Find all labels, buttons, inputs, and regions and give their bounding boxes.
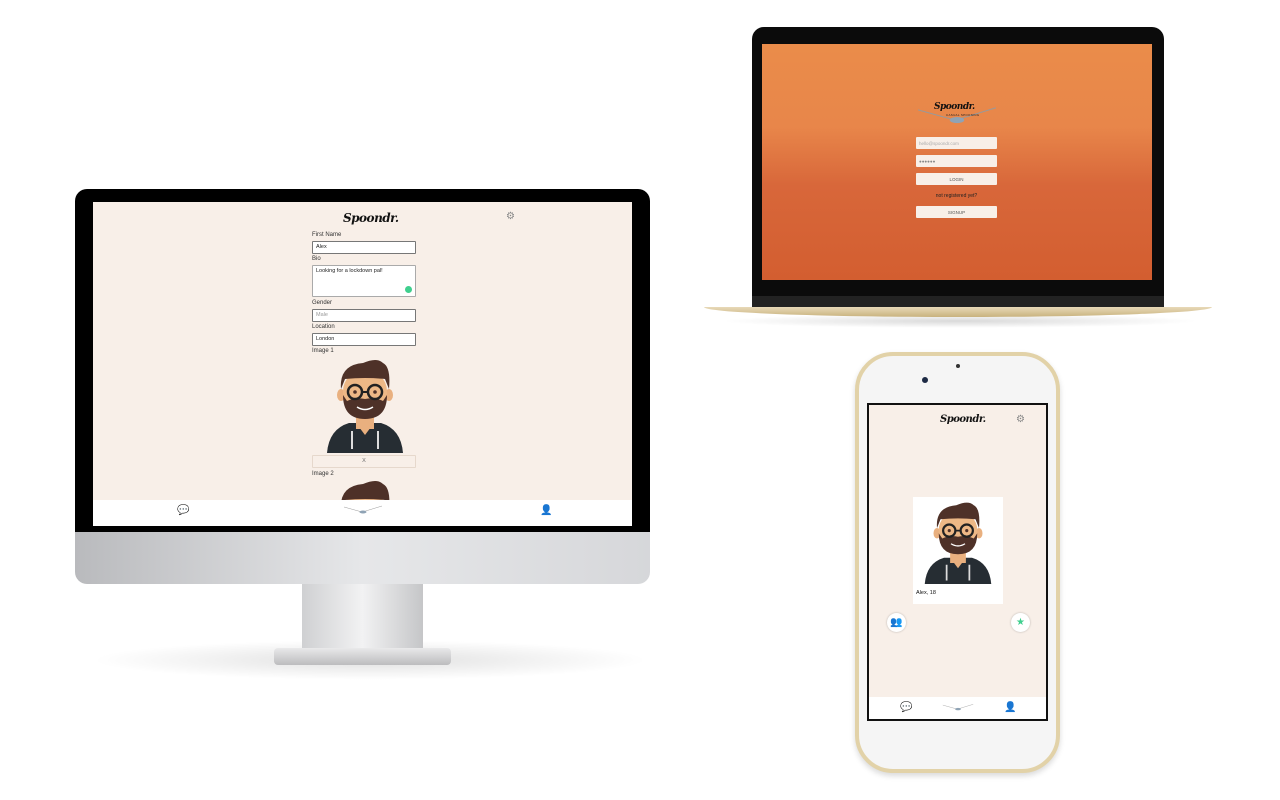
profile-card[interactable]: Alex, 18: [913, 497, 1003, 604]
gender-input[interactable]: Male: [312, 309, 416, 322]
bottom-nav: 💬 👤: [93, 500, 632, 526]
bio-text: Looking for a lockdown pal!: [316, 268, 383, 274]
profile-photo: [923, 499, 993, 585]
app-logo: Spoondr.: [934, 102, 975, 112]
bio-label: Bio: [312, 256, 321, 262]
app-logo: Spoondr.: [343, 211, 399, 225]
first-name-label: First Name: [312, 232, 342, 238]
profile-icon[interactable]: 👤: [1004, 703, 1016, 713]
desktop-screen: Spoondr. ⚙ First Name Alex Bio Looking f…: [93, 202, 632, 526]
image1-label: Image 1: [312, 348, 334, 354]
imac-chin: [75, 532, 650, 584]
gear-icon[interactable]: ⚙: [1016, 415, 1025, 425]
group-icon[interactable]: 👥: [887, 613, 906, 632]
spoons-icon[interactable]: [942, 703, 974, 712]
imac-stand: [302, 584, 423, 650]
laptop-screen: Spoondr. CASUAL SPOONING hello@spoondr.c…: [762, 44, 1152, 280]
password-input[interactable]: ●●●●●●: [916, 155, 997, 167]
imac-base: [274, 648, 451, 665]
image2-label: Image 2: [312, 471, 334, 477]
bottom-nav: 💬 👤: [869, 697, 1046, 719]
gender-label: Gender: [312, 300, 333, 306]
chat-icon[interactable]: 💬: [177, 506, 189, 516]
phone-sensor: [956, 364, 960, 368]
location-input[interactable]: London: [312, 333, 416, 346]
location-label: Location: [312, 324, 335, 330]
grammar-check-icon[interactable]: [405, 286, 412, 293]
gear-icon[interactable]: ⚙: [506, 212, 515, 222]
star-icon[interactable]: ★: [1011, 613, 1030, 632]
profile-caption: Alex, 18: [916, 590, 936, 596]
phone-screen: Spoondr. ⚙ Alex, 18 👥 ★ 💬 👤: [867, 403, 1048, 721]
first-name-input[interactable]: Alex: [312, 241, 416, 254]
not-registered-text: not registered yet?: [935, 193, 978, 199]
app-logo: Spoondr.: [940, 414, 986, 425]
phone-camera: [922, 377, 928, 383]
bio-textarea[interactable]: Looking for a lockdown pal!: [312, 265, 416, 297]
chat-icon[interactable]: 💬: [900, 703, 912, 713]
remove-image-button[interactable]: X: [312, 455, 416, 468]
signup-button[interactable]: SIGNUP: [916, 206, 997, 218]
spoons-icon[interactable]: [343, 505, 383, 515]
profile-icon[interactable]: 👤: [540, 506, 552, 516]
profile-image-1: [325, 357, 405, 453]
email-input[interactable]: hello@spoondr.com: [916, 137, 997, 149]
login-button[interactable]: LOGIN: [916, 173, 997, 185]
tagline: CASUAL SPOONING: [946, 113, 980, 117]
